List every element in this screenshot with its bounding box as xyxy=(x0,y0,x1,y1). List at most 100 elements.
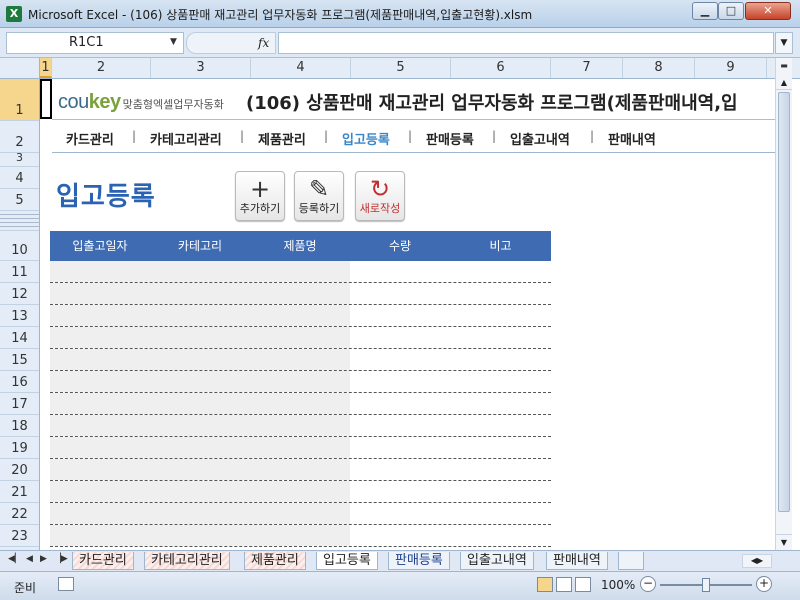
first-sheet-button[interactable]: ◀▏ xyxy=(8,554,22,564)
sheet-tab-stock-in[interactable]: 입고등록 xyxy=(316,552,378,570)
table-cell[interactable] xyxy=(450,349,551,370)
zoom-slider-thumb[interactable] xyxy=(702,578,710,592)
table-cell[interactable] xyxy=(150,261,250,282)
column-header[interactable]: 7 xyxy=(551,58,623,78)
table-cell[interactable] xyxy=(150,393,250,414)
table-cell[interactable] xyxy=(450,415,551,436)
column-header[interactable]: 2 xyxy=(52,58,151,78)
next-sheet-button[interactable]: ▶ xyxy=(40,554,47,564)
column-header[interactable]: 4 xyxy=(251,58,351,78)
table-cell[interactable] xyxy=(50,371,150,392)
column-header[interactable]: 6 xyxy=(451,58,551,78)
table-cell[interactable] xyxy=(250,349,350,370)
table-row[interactable] xyxy=(50,503,551,525)
row-header[interactable]: 19 xyxy=(0,437,39,459)
normal-view-button[interactable] xyxy=(537,577,553,592)
table-cell[interactable] xyxy=(350,415,450,436)
table-cell[interactable] xyxy=(350,349,450,370)
table-cell[interactable] xyxy=(50,525,150,546)
table-cell[interactable] xyxy=(150,371,250,392)
scroll-down-button[interactable]: ▼ xyxy=(776,534,792,550)
table-cell[interactable] xyxy=(150,481,250,502)
column-header[interactable]: 1 xyxy=(40,58,52,78)
vertical-scrollbar[interactable]: ▬ ▲ ▼ xyxy=(775,58,792,550)
table-row[interactable] xyxy=(50,349,551,371)
table-cell[interactable] xyxy=(50,349,150,370)
row-header[interactable]: 23 xyxy=(0,525,39,547)
row-header[interactable]: 18 xyxy=(0,415,39,437)
table-cell[interactable] xyxy=(350,459,450,480)
table-row[interactable] xyxy=(50,283,551,305)
name-box[interactable]: R1C1 xyxy=(6,32,184,54)
row-header[interactable]: 21 xyxy=(0,481,39,503)
select-all-button[interactable] xyxy=(0,58,40,78)
zoom-out-button[interactable]: − xyxy=(640,576,656,592)
table-cell[interactable] xyxy=(450,437,551,458)
table-cell[interactable] xyxy=(250,503,350,524)
table-cell[interactable] xyxy=(150,415,250,436)
page-break-view-button[interactable] xyxy=(575,577,591,592)
table-cell[interactable] xyxy=(350,371,450,392)
row-header[interactable]: 17 xyxy=(0,393,39,415)
table-cell[interactable] xyxy=(150,459,250,480)
table-cell[interactable] xyxy=(250,305,350,326)
formula-input[interactable] xyxy=(278,32,774,54)
last-sheet-button[interactable]: ▕▶ xyxy=(54,554,68,564)
table-cell[interactable] xyxy=(450,393,551,414)
table-cell[interactable] xyxy=(250,393,350,414)
nav-item-sales-history[interactable]: 판매내역 xyxy=(608,129,656,148)
row-header[interactable]: 3 xyxy=(0,151,39,167)
nav-item-stock-in[interactable]: 입고등록 xyxy=(342,129,390,148)
table-cell[interactable] xyxy=(250,283,350,304)
close-button[interactable]: ✕ xyxy=(745,2,791,20)
table-cell[interactable] xyxy=(450,525,551,546)
zoom-in-button[interactable]: + xyxy=(756,576,772,592)
split-handle[interactable]: ▬ xyxy=(776,58,792,74)
row-header[interactable]: 15 xyxy=(0,349,39,371)
table-cell[interactable] xyxy=(450,459,551,480)
add-button[interactable]: + 추가하기 xyxy=(235,171,285,221)
table-cell[interactable] xyxy=(450,371,551,392)
row-header[interactable]: 12 xyxy=(0,283,39,305)
sheet-tab-sales-register[interactable]: 판매등록 xyxy=(388,552,450,570)
table-cell[interactable] xyxy=(150,349,250,370)
row-header[interactable]: 1 xyxy=(0,79,39,121)
table-cell[interactable] xyxy=(50,415,150,436)
sheet-tab-inout-history[interactable]: 입출고내역 xyxy=(460,552,534,570)
table-row[interactable] xyxy=(50,261,551,283)
register-button[interactable]: ✎ 등록하기 xyxy=(294,171,344,221)
table-row[interactable] xyxy=(50,393,551,415)
table-cell[interactable] xyxy=(350,437,450,458)
table-row[interactable] xyxy=(50,327,551,349)
table-cell[interactable] xyxy=(350,525,450,546)
row-header[interactable]: 14 xyxy=(0,327,39,349)
table-cell[interactable] xyxy=(350,305,450,326)
table-cell[interactable] xyxy=(150,525,250,546)
insert-function-button[interactable]: fx xyxy=(258,36,269,50)
table-cell[interactable] xyxy=(450,283,551,304)
table-row[interactable] xyxy=(50,525,551,547)
table-cell[interactable] xyxy=(50,393,150,414)
row-header[interactable]: 11 xyxy=(0,261,39,283)
table-cell[interactable] xyxy=(50,327,150,348)
table-cell[interactable] xyxy=(250,415,350,436)
table-cell[interactable] xyxy=(350,503,450,524)
sheet-tab-product[interactable]: 제품관리 xyxy=(244,552,306,570)
nav-item-inout-history[interactable]: 입출고내역 xyxy=(510,129,570,148)
sheet-tab-card[interactable]: 카드관리 xyxy=(72,552,134,570)
table-cell[interactable] xyxy=(250,261,350,282)
table-cell[interactable] xyxy=(250,525,350,546)
table-cell[interactable] xyxy=(50,305,150,326)
nav-item-category[interactable]: 카테고리관리 xyxy=(150,129,222,148)
scroll-thumb[interactable] xyxy=(778,92,790,512)
reset-button[interactable]: ↻ 새로작성 xyxy=(355,171,405,221)
table-row[interactable] xyxy=(50,305,551,327)
table-cell[interactable] xyxy=(350,327,450,348)
sheet-tab-category[interactable]: 카테고리관리 xyxy=(144,552,230,570)
scroll-up-button[interactable]: ▲ xyxy=(776,76,792,90)
row-header[interactable]: 16 xyxy=(0,371,39,393)
table-cell[interactable] xyxy=(150,503,250,524)
nav-item-card[interactable]: 카드관리 xyxy=(66,129,114,148)
row-header[interactable]: 22 xyxy=(0,503,39,525)
table-cell[interactable] xyxy=(350,283,450,304)
